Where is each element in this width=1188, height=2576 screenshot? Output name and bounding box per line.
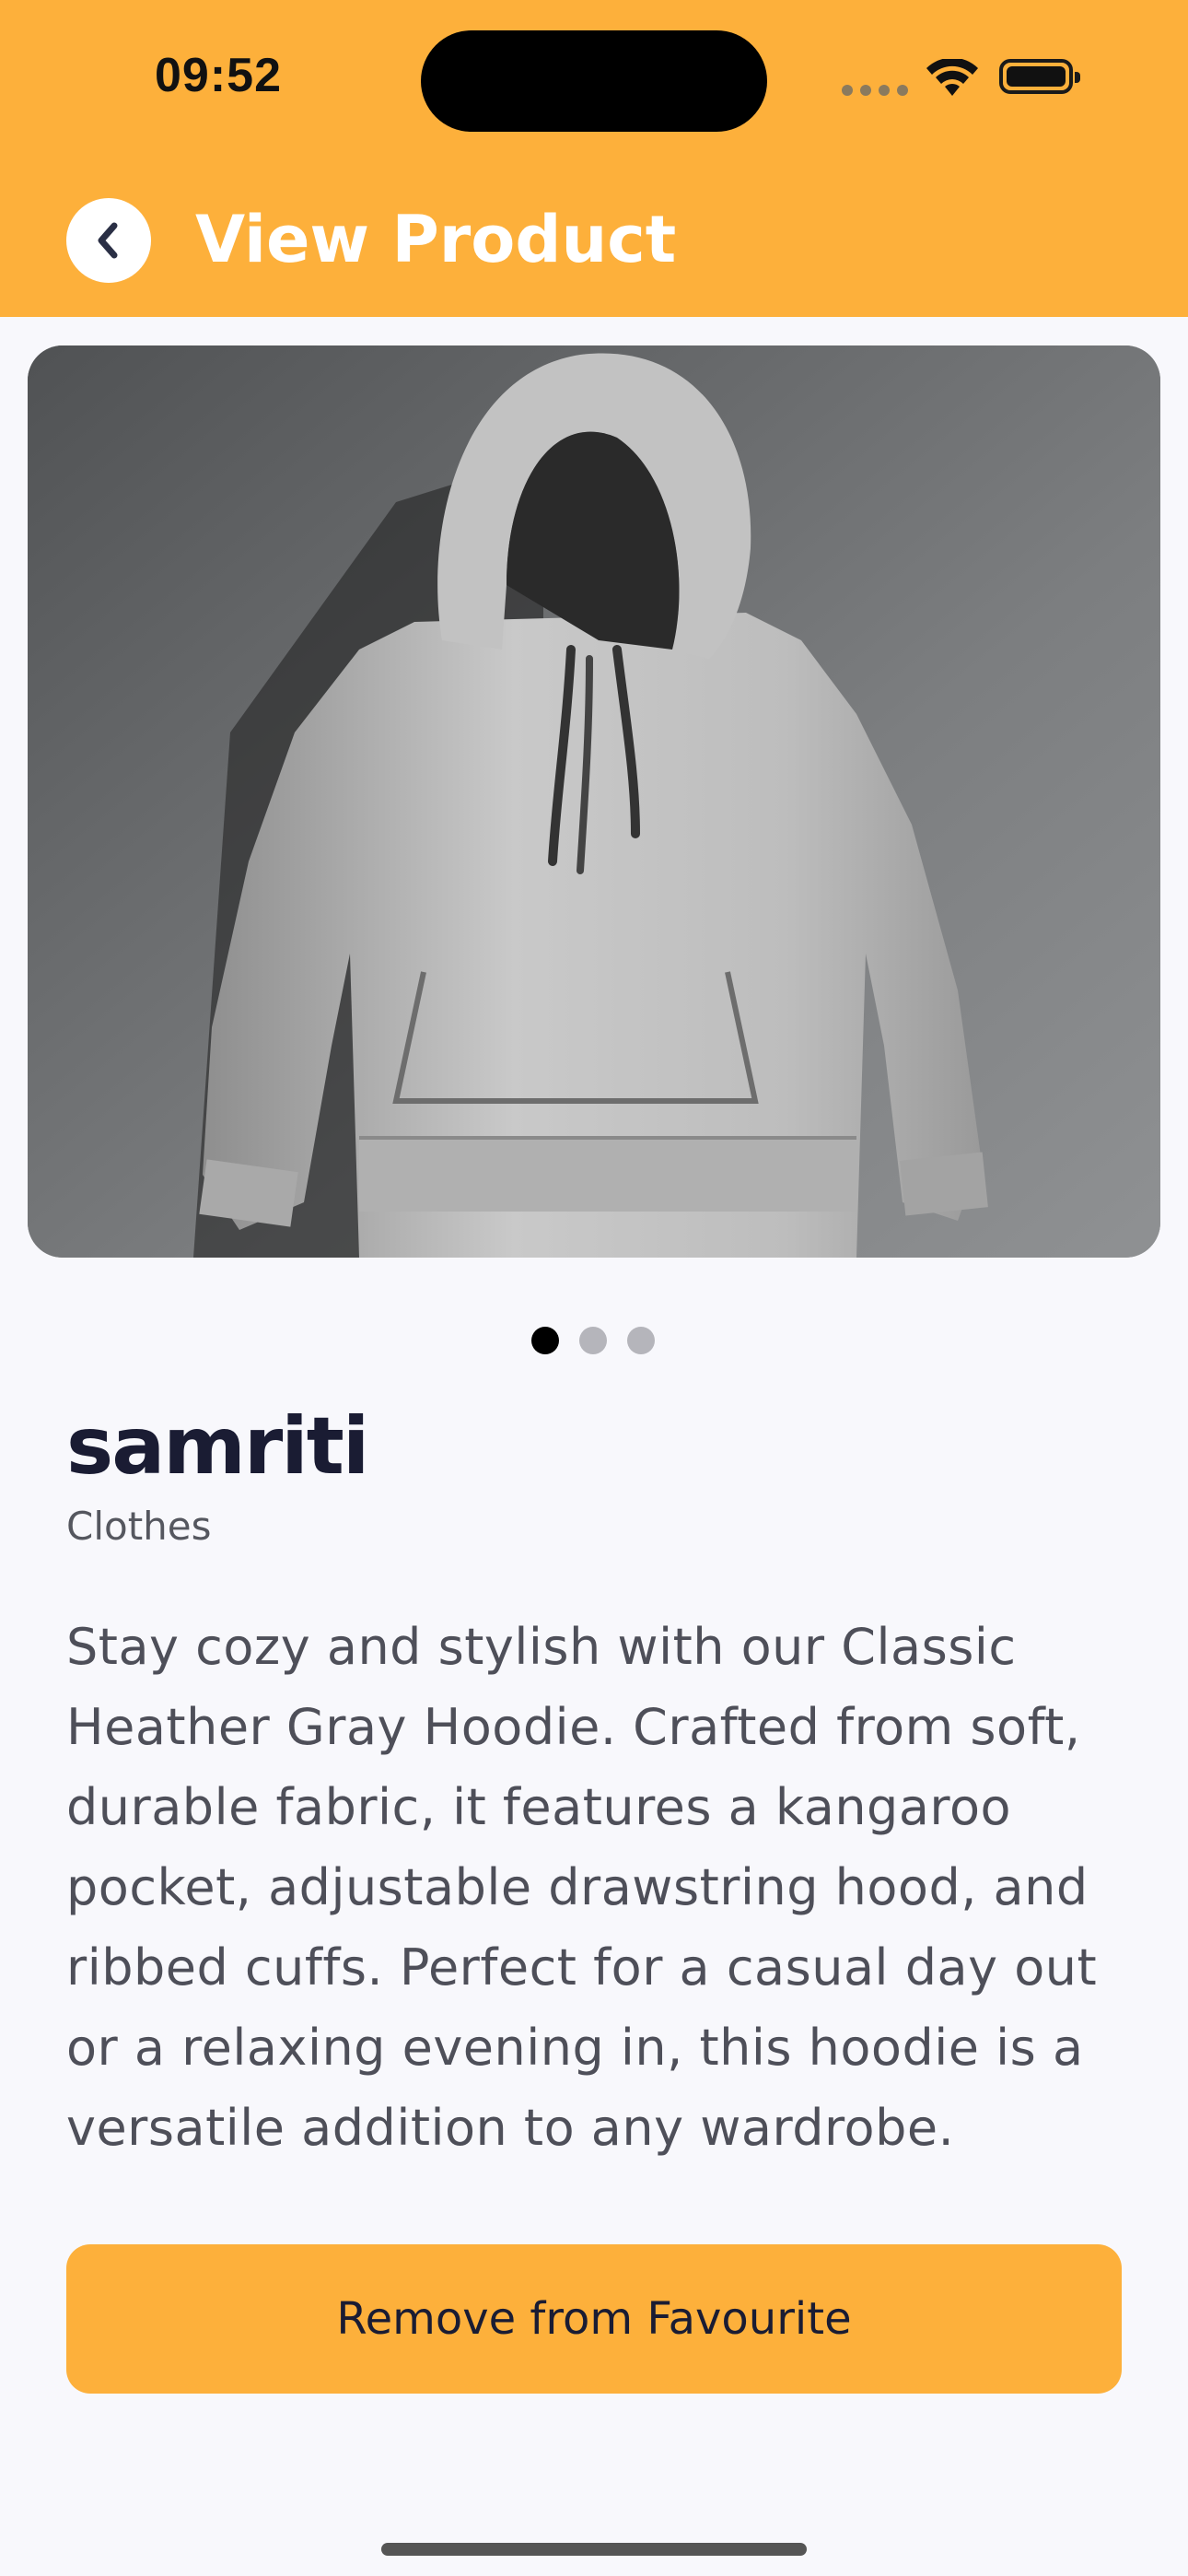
home-indicator[interactable]	[381, 2543, 807, 2556]
product-name: samriti	[66, 1400, 369, 1493]
product-image	[28, 345, 1160, 1258]
pagination-dot-2[interactable]	[579, 1327, 607, 1354]
chevron-left-icon	[98, 222, 118, 259]
back-button[interactable]	[66, 198, 151, 283]
dynamic-island	[421, 30, 767, 132]
remove-from-favourite-button[interactable]: Remove from Favourite	[66, 2244, 1122, 2394]
wifi-icon	[926, 59, 978, 96]
status-time: 09:52	[155, 49, 282, 102]
battery-icon	[999, 59, 1080, 94]
page-title: View Product	[195, 202, 677, 277]
status-icons	[842, 55, 1086, 101]
pagination-dot-1[interactable]	[531, 1327, 559, 1354]
app-header: 09:52 View Product	[0, 0, 1188, 317]
cellular-signal-icon	[842, 85, 908, 96]
product-image-carousel[interactable]	[28, 345, 1160, 1258]
pagination-dot-3[interactable]	[627, 1327, 655, 1354]
product-category: Clothes	[66, 1504, 212, 1549]
carousel-pagination	[531, 1327, 655, 1354]
product-description: Stay cozy and stylish with our Classic H…	[66, 1618, 1098, 2157]
